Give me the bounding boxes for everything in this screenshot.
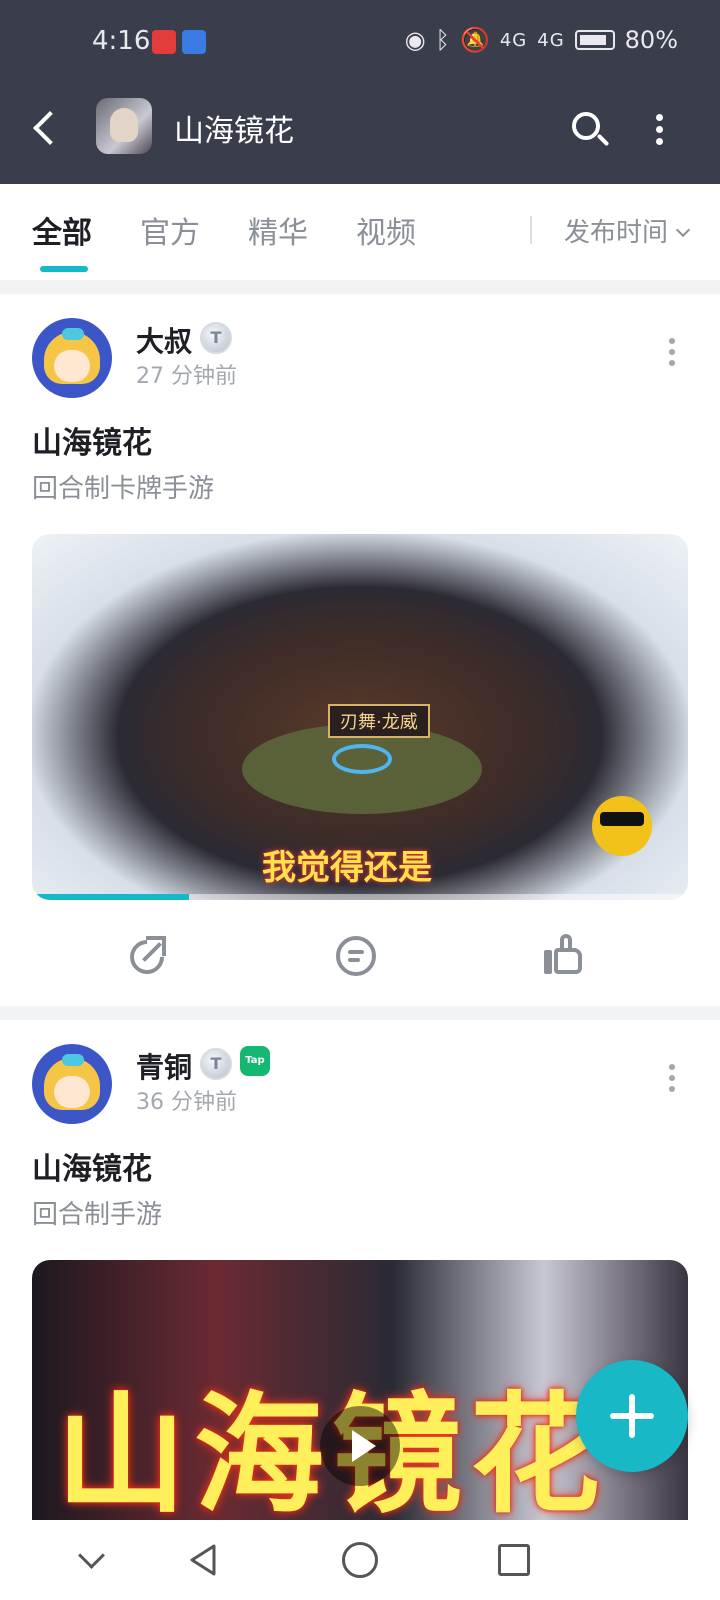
section-divider	[0, 1006, 720, 1020]
level-badge-icon: T	[200, 1048, 232, 1080]
tab-official[interactable]: 官方	[140, 208, 200, 252]
network-2: 4G	[537, 29, 565, 51]
post-more-icon[interactable]	[662, 334, 682, 374]
network-1: 4G	[499, 29, 528, 51]
like-icon[interactable]	[540, 932, 588, 980]
share-icon[interactable]	[122, 932, 172, 982]
section-divider	[0, 280, 720, 294]
sort-dropdown[interactable]: 发布时间	[564, 212, 691, 249]
video-progress[interactable]	[32, 894, 688, 900]
nav-recent-icon[interactable]	[494, 1540, 534, 1580]
tab-featured[interactable]: 精华	[248, 208, 308, 252]
hide-nav-icon[interactable]	[72, 1540, 112, 1580]
post-video[interactable]: 刃舞·龙威 我觉得还是	[32, 534, 688, 900]
sort-label: 发布时间	[564, 218, 669, 248]
notification-app-icon	[152, 30, 176, 54]
video-caption: 我觉得还是	[262, 848, 432, 888]
post-more-icon[interactable]	[662, 1060, 682, 1100]
post-title[interactable]: 山海镜花	[32, 1144, 152, 1188]
post-time: 36 分钟前	[136, 1090, 237, 1115]
status-right: ◉ ᛒ 🔕 4G 4G 80%	[405, 26, 678, 54]
top-header: 4:16 ◉ ᛒ 🔕 4G 4G 80% 山海镜花	[0, 0, 720, 184]
level-badge-icon: T	[200, 322, 232, 354]
tap-badge-icon: Tap	[240, 1046, 270, 1076]
avatar[interactable]	[32, 1044, 112, 1124]
comment-icon[interactable]	[332, 932, 380, 980]
battery-icon	[574, 30, 615, 50]
active-tab-indicator	[40, 266, 88, 272]
notification-bulb-icon	[182, 30, 206, 54]
mute-icon: 🔕	[459, 26, 490, 54]
nav-home-icon[interactable]	[340, 1540, 380, 1580]
nav-back-icon[interactable]	[184, 1540, 224, 1580]
more-vertical-icon[interactable]	[650, 108, 670, 152]
post-time: 27 分钟前	[136, 364, 237, 389]
chevron-down-icon	[675, 222, 691, 238]
search-icon[interactable]	[568, 108, 612, 152]
app-bar: 山海镜花	[0, 90, 720, 170]
post-card[interactable]: 大叔 T 27 分钟前 山海镜花 回合制卡牌手游 刃舞·龙威 我觉得还是	[0, 294, 720, 994]
status-bar: 4:16 ◉ ᛒ 🔕 4G 4G 80%	[0, 22, 720, 62]
eye-icon: ◉	[404, 26, 426, 54]
tab-all[interactable]: 全部	[32, 208, 92, 252]
system-nav-bar	[0, 1520, 720, 1600]
post-title[interactable]: 山海镜花	[32, 418, 152, 462]
post-description[interactable]: 回合制卡牌手游	[32, 468, 214, 505]
add-post-button[interactable]	[576, 1360, 688, 1472]
page-title: 山海镜花	[174, 114, 294, 149]
mascot-image	[592, 796, 652, 856]
avatar[interactable]	[32, 318, 112, 398]
back-arrow-icon[interactable]	[28, 110, 68, 150]
filter-tabs: 全部 官方 精华 视频 发布时间	[0, 184, 720, 280]
battery-level: 80%	[624, 26, 678, 54]
post-actions	[0, 908, 720, 1008]
tab-video[interactable]: 视频	[356, 208, 416, 252]
game-avatar[interactable]	[96, 98, 152, 154]
post-author[interactable]: 大叔	[136, 320, 192, 360]
post-description[interactable]: 回合制手游	[32, 1194, 162, 1231]
post-author[interactable]: 青铜	[136, 1046, 192, 1086]
play-icon[interactable]	[320, 1406, 400, 1486]
skill-label: 刃舞·龙威	[328, 704, 430, 738]
bluetooth-icon: ᛒ	[435, 26, 450, 54]
tab-divider	[530, 216, 532, 244]
status-time: 4:16	[92, 26, 151, 56]
